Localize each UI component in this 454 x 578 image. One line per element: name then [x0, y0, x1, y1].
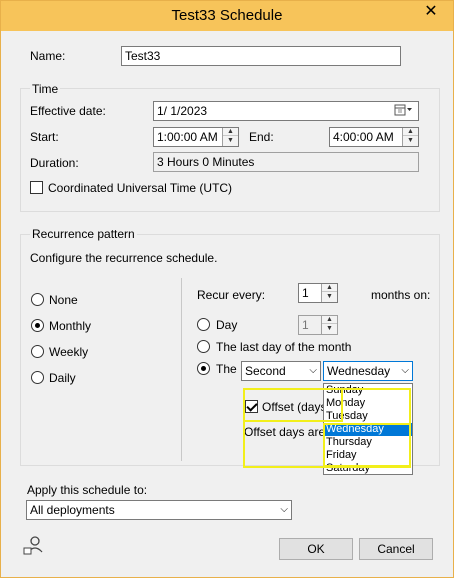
chevron-down-icon: ⌵ [280, 504, 288, 515]
radio-monthly-label: Monthly [49, 319, 92, 333]
spin-down-icon[interactable]: ▼ [403, 136, 418, 145]
duration-value: 3 Hours 0 Minutes [153, 152, 419, 172]
duration-label: Duration: [30, 156, 79, 170]
start-time-input[interactable]: 1:00:00 AM ▲ ▼ [153, 127, 239, 147]
name-label: Name: [30, 49, 66, 63]
utc-label: Coordinated Universal Time (UTC) [48, 181, 233, 195]
window-title: Test33 Schedule [171, 7, 283, 24]
user-help-icon[interactable] [23, 534, 45, 559]
radio-day-label: Day [216, 318, 238, 332]
effective-date-label: Effective date: [30, 104, 106, 118]
radio-the[interactable] [197, 362, 210, 375]
radio-last-day[interactable] [197, 340, 210, 353]
radio-the-label: The [216, 362, 237, 376]
recurrence-separator [181, 278, 182, 461]
radio-last-day-label: The last day of the month [216, 340, 352, 354]
spin-up-icon[interactable]: ▲ [403, 128, 418, 136]
spin-down-icon[interactable]: ▼ [223, 136, 238, 145]
end-time-input[interactable]: 4:00:00 AM ▲ ▼ [329, 127, 419, 147]
chevron-down-icon: ⌵ [401, 365, 409, 376]
ordinal-select[interactable]: Second ⌵ [241, 361, 321, 381]
spin-up-icon[interactable]: ▲ [322, 284, 337, 292]
radio-weekly-label: Weekly [49, 345, 89, 359]
apply-select[interactable]: All deployments ⌵ [26, 500, 292, 520]
apply-value: All deployments [30, 503, 115, 517]
chevron-down-icon: ⌵ [309, 365, 317, 376]
radio-daily-label: Daily [49, 371, 76, 385]
utc-checkbox[interactable] [30, 181, 43, 194]
spin-up-icon[interactable]: ▲ [223, 128, 238, 136]
ordinal-value: Second [245, 364, 286, 378]
close-icon[interactable]: ✕ [415, 1, 447, 23]
radio-daily[interactable] [31, 371, 44, 384]
start-time-spinner[interactable]: ▲ ▼ [222, 128, 238, 146]
radio-none-label: None [49, 293, 78, 307]
end-time-value: 4:00:00 AM [333, 130, 394, 144]
time-group-title: Time [30, 82, 61, 96]
schedule-dialog: Test33 Schedule ✕ Name: Test33 Time Effe… [0, 0, 454, 578]
day-spinner[interactable]: ▲ ▼ [321, 316, 337, 334]
radio-weekly[interactable] [31, 345, 44, 358]
radio-monthly[interactable] [31, 319, 44, 332]
effective-date-value: 1/ 1/2023 [157, 104, 208, 118]
recur-every-value: 1 [302, 286, 309, 300]
apply-label: Apply this schedule to: [27, 483, 148, 497]
recur-every-input[interactable]: 1 ▲ ▼ [298, 283, 338, 303]
start-time-value: 1:00:00 AM [157, 130, 218, 144]
calendar-icon[interactable] [394, 103, 414, 120]
spin-down-icon[interactable]: ▼ [322, 324, 337, 333]
day-input[interactable]: 1 ▲ ▼ [298, 315, 338, 335]
ok-button[interactable]: OK [279, 538, 353, 560]
recur-every-label: Recur every: [197, 288, 266, 302]
months-on-label: months on: [371, 288, 431, 302]
end-label: End: [249, 130, 274, 144]
effective-date-picker[interactable]: 1/ 1/2023 [153, 101, 419, 121]
dialog-content: Name: Test33 Time Effective date: 1/ 1/2… [9, 31, 445, 571]
recur-every-spinner[interactable]: ▲ ▼ [321, 284, 337, 302]
cancel-button[interactable]: Cancel [359, 538, 433, 560]
name-input[interactable]: Test33 [121, 46, 401, 66]
weekday-select[interactable]: Wednesday ⌵ [323, 361, 413, 381]
recurrence-group-title: Recurrence pattern [30, 227, 137, 241]
day-value: 1 [302, 318, 309, 332]
start-label: Start: [30, 130, 59, 144]
spin-up-icon[interactable]: ▲ [322, 316, 337, 324]
highlight-box-dropdown [323, 423, 411, 467]
radio-day[interactable] [197, 318, 210, 331]
spin-down-icon[interactable]: ▼ [322, 292, 337, 301]
title-bar: Test33 Schedule ✕ [1, 1, 453, 31]
recurrence-description: Configure the recurrence schedule. [30, 251, 218, 265]
radio-none[interactable] [31, 293, 44, 306]
end-time-spinner[interactable]: ▲ ▼ [402, 128, 418, 146]
weekday-value: Wednesday [327, 364, 391, 378]
